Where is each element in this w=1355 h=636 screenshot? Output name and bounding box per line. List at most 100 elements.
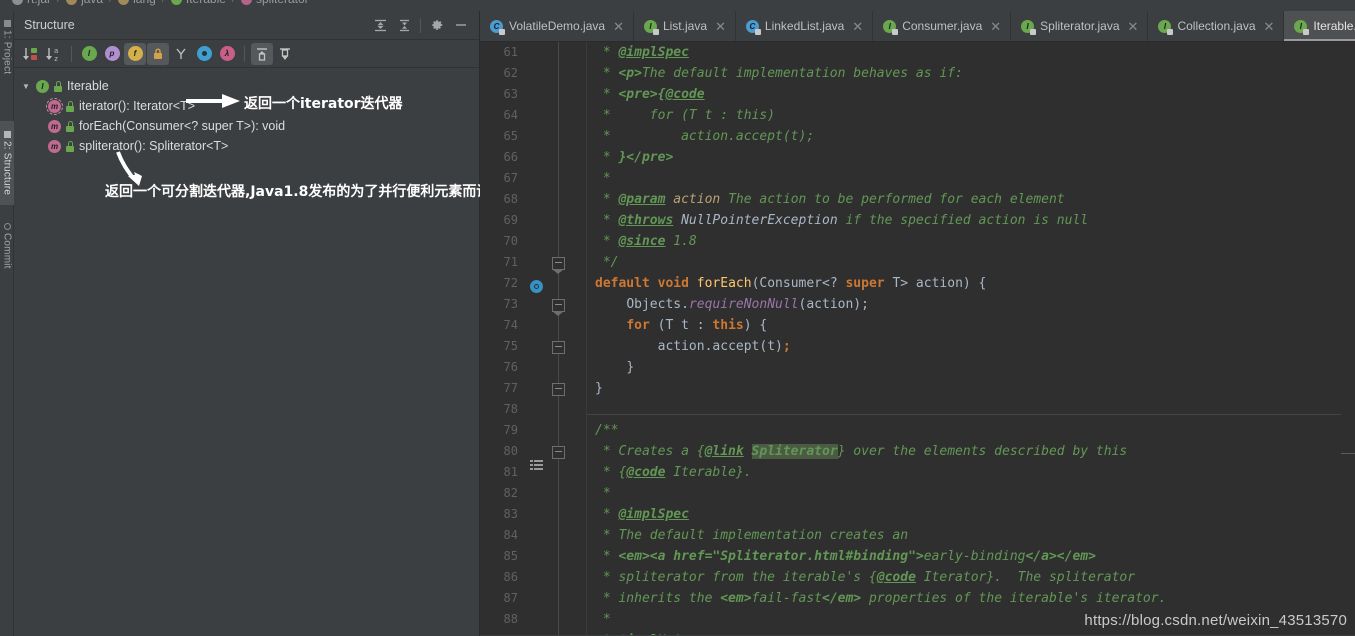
line-number: 81 bbox=[503, 465, 518, 479]
editor-tab-collection[interactable]: I Collection.java ✕ bbox=[1148, 11, 1285, 41]
line-number: 76 bbox=[503, 360, 518, 374]
code-line: * {@code Iterable}. bbox=[595, 465, 752, 480]
fold-marker-collapse[interactable] bbox=[552, 299, 565, 316]
editor-tab-spliterator[interactable]: I Spliterator.java ✕ bbox=[1011, 11, 1149, 41]
fold-marker-collapse[interactable] bbox=[552, 446, 565, 459]
close-icon[interactable]: ✕ bbox=[852, 20, 863, 33]
editor-tab-label: LinkedList.java bbox=[764, 19, 845, 33]
breadcrumb-item-lang[interactable]: lang bbox=[112, 0, 162, 6]
interface-icon bbox=[170, 0, 182, 5]
sort-by-visibility-icon[interactable] bbox=[20, 43, 42, 65]
breadcrumb-item-rtjar[interactable]: rt.jar bbox=[6, 0, 57, 6]
code-line: * bbox=[595, 171, 611, 186]
show-non-public-icon[interactable] bbox=[147, 42, 169, 65]
editor-tab-list[interactable]: I List.java ✕ bbox=[634, 11, 736, 41]
line-number: 73 bbox=[503, 297, 518, 311]
line-number: 85 bbox=[503, 549, 518, 563]
editor-tab-volatiledemo[interactable]: C VolatileDemo.java ✕ bbox=[480, 11, 634, 41]
breadcrumb-item-java[interactable]: java bbox=[60, 0, 109, 6]
editor-gutter[interactable]: 61 62 63 64 65 66 67 68 69 70 71 72 73 7… bbox=[480, 42, 587, 636]
line-number: 77 bbox=[503, 381, 518, 395]
tree-item-spliterator[interactable]: m spliterator(): Spliterator<T> bbox=[14, 136, 479, 156]
show-properties-icon[interactable]: p bbox=[101, 43, 123, 65]
editor-tab-label: List.java bbox=[662, 19, 707, 33]
tool-tab-project[interactable]: 1: Project bbox=[0, 15, 14, 79]
implementing-method-icon[interactable] bbox=[530, 280, 543, 293]
line-number: 84 bbox=[503, 528, 518, 542]
code-line: * @since 1.8 bbox=[595, 234, 697, 249]
code-line: } bbox=[626, 360, 635, 375]
collapse-all-icon[interactable] bbox=[392, 14, 416, 36]
breadcrumb: rt.jar / java / lang / Iterable / splite… bbox=[0, 0, 1355, 11]
gear-icon[interactable] bbox=[425, 14, 449, 36]
code-line: * }</pre> bbox=[595, 150, 674, 165]
show-anonymous-classes-icon[interactable] bbox=[170, 43, 192, 65]
chevron-down-icon[interactable]: ▼ bbox=[20, 82, 32, 91]
close-icon[interactable]: ✕ bbox=[1264, 20, 1275, 33]
close-icon[interactable]: ✕ bbox=[990, 20, 1001, 33]
tree-item-foreach[interactable]: m forEach(Consumer<? super T>): void bbox=[14, 116, 479, 136]
javadoc-marker-icon[interactable] bbox=[530, 460, 543, 471]
show-fields-icon[interactable]: f bbox=[124, 42, 146, 65]
close-icon[interactable]: ✕ bbox=[1128, 20, 1139, 33]
expand-all-icon[interactable] bbox=[368, 14, 392, 36]
line-number: 75 bbox=[503, 339, 518, 353]
class-icon: C bbox=[490, 19, 505, 35]
iterator-annotation-text: 返回一个iterator迭代器 bbox=[244, 96, 403, 112]
divider bbox=[71, 45, 72, 62]
code-line: * spliterator from the iterable's {@code… bbox=[595, 570, 1136, 585]
expand-tree-icon[interactable] bbox=[251, 42, 273, 65]
fold-marker-collapse[interactable] bbox=[552, 383, 565, 396]
editor-tab-iterable[interactable]: I Iterable.java ✕ bbox=[1284, 11, 1355, 41]
fold-guide-line bbox=[558, 42, 559, 636]
breadcrumb-label: Iterable bbox=[186, 0, 226, 6]
editor-tab-label: Consumer.java bbox=[902, 19, 983, 33]
code-line: * <em><a href="Spliterator.html#binding"… bbox=[595, 549, 1096, 564]
line-number: 83 bbox=[503, 507, 518, 521]
editor-tab-label: Spliterator.java bbox=[1040, 19, 1120, 33]
tool-tab-structure[interactable]: 2: Structure bbox=[0, 121, 14, 205]
code-line: * <p>The default implementation behaves … bbox=[595, 66, 963, 81]
breadcrumb-label: spliterator bbox=[256, 0, 309, 6]
tool-tab-label: 1: Project bbox=[1, 29, 13, 75]
close-icon[interactable]: ✕ bbox=[715, 20, 726, 33]
breadcrumb-item-iterable[interactable]: Iterable bbox=[165, 0, 232, 6]
code-line: * bbox=[595, 612, 611, 627]
code-text[interactable]: * @implSpec * <p>The default implementat… bbox=[587, 42, 1355, 636]
line-number: 70 bbox=[503, 234, 518, 248]
code-viewport[interactable]: 61 62 63 64 65 66 67 68 69 70 71 72 73 7… bbox=[480, 42, 1355, 636]
sort-alphabetically-icon[interactable]: a z bbox=[43, 43, 65, 65]
tree-item-label: Iterable bbox=[67, 79, 109, 93]
code-line: * inherits the <em>fail-fast</em> proper… bbox=[595, 591, 1167, 606]
collapse-tree-icon[interactable] bbox=[274, 43, 296, 65]
editor-scrollbar[interactable] bbox=[1341, 73, 1355, 636]
breadcrumb-item-spliterator[interactable]: spliterator bbox=[235, 0, 315, 6]
method-separator bbox=[587, 414, 1355, 415]
close-icon[interactable]: ✕ bbox=[613, 20, 624, 33]
group-by-type-icon[interactable] bbox=[193, 43, 215, 65]
show-lambdas-icon[interactable]: λ bbox=[216, 43, 238, 65]
editor-tab-consumer[interactable]: I Consumer.java ✕ bbox=[873, 11, 1012, 41]
editor-tab-bar: C VolatileDemo.java ✕ I List.java ✕ C Li… bbox=[480, 11, 1355, 42]
tool-tab-commit[interactable]: Commit bbox=[0, 216, 14, 276]
fold-marker-collapse[interactable] bbox=[552, 257, 565, 274]
line-number: 63 bbox=[503, 87, 518, 101]
fold-marker-collapse[interactable] bbox=[552, 341, 565, 354]
lock-icon bbox=[53, 80, 63, 92]
line-number: 68 bbox=[503, 192, 518, 206]
line-number: 87 bbox=[503, 591, 518, 605]
line-number: 74 bbox=[503, 318, 518, 332]
code-line: default void forEach(Consumer<? super T>… bbox=[595, 276, 987, 291]
editor-tab-label: Collection.java bbox=[1177, 19, 1256, 33]
editor-tab-linkedlist[interactable]: C LinkedList.java ✕ bbox=[736, 11, 874, 41]
minimize-icon[interactable] bbox=[449, 14, 473, 36]
code-line: */ bbox=[595, 255, 619, 270]
watermark-url: https://blog.csdn.net/weixin_43513570 bbox=[1084, 612, 1347, 629]
line-number: 79 bbox=[503, 423, 518, 437]
line-number: 61 bbox=[503, 45, 518, 59]
divider bbox=[420, 17, 421, 33]
breadcrumb-label: lang bbox=[133, 0, 156, 6]
svg-text:a: a bbox=[54, 47, 58, 55]
show-inherited-icon[interactable]: I bbox=[78, 43, 100, 65]
line-number: 82 bbox=[503, 486, 518, 500]
